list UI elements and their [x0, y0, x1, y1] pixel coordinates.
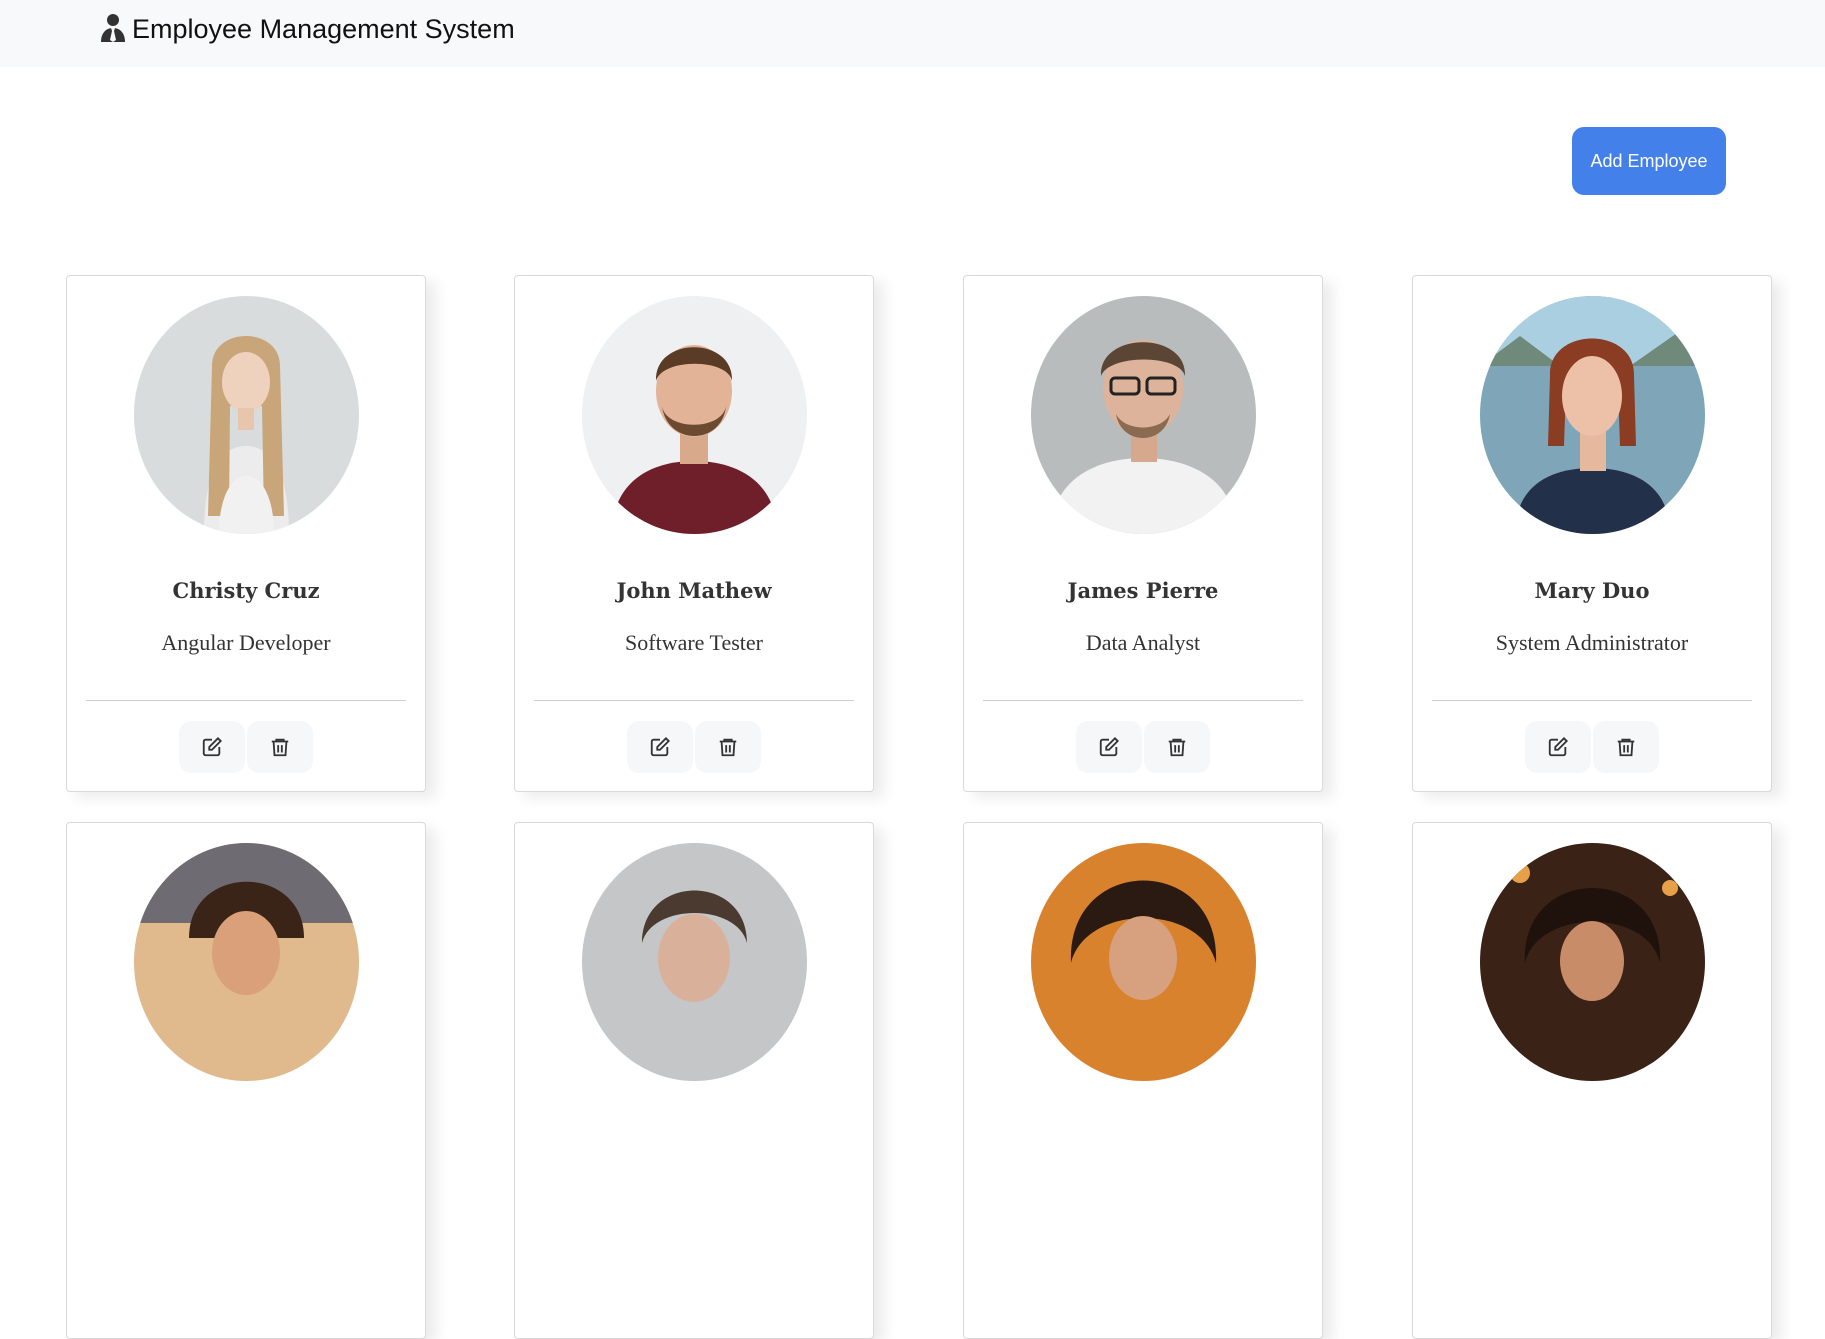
employee-card	[963, 822, 1323, 1339]
delete-button[interactable]	[247, 721, 313, 773]
employee-role: Software Tester	[625, 630, 763, 655]
employee-card: Mary Duo System Administrator	[1412, 275, 1772, 792]
delete-button[interactable]	[1593, 721, 1659, 773]
employee-role: System Administrator	[1495, 630, 1689, 655]
trash-icon	[1617, 738, 1635, 757]
card-actions	[964, 721, 1322, 773]
employee-name: James Pierre	[1067, 578, 1219, 603]
edit-icon	[1548, 736, 1569, 757]
employee-name: Mary Duo	[1534, 578, 1650, 603]
edit-button[interactable]	[1076, 721, 1142, 773]
avatar	[1480, 843, 1705, 1081]
trash-icon	[719, 738, 737, 757]
avatar-photo-image	[1480, 843, 1705, 1081]
employee-role: Angular Developer	[161, 630, 331, 655]
employee-name: John Mathew	[616, 578, 772, 603]
card-divider	[534, 700, 854, 701]
avatar	[1031, 296, 1256, 534]
employee-name: Christy Cruz	[172, 578, 320, 603]
card-actions	[1413, 721, 1771, 773]
edit-button[interactable]	[627, 721, 693, 773]
employee-role: Data Analyst	[1085, 630, 1201, 655]
avatar-photo-image	[134, 843, 359, 1081]
trash-icon	[1168, 738, 1186, 757]
employee-card	[514, 822, 874, 1339]
avatar-photo-image	[582, 296, 807, 534]
employee-card: John Mathew Software Tester	[514, 275, 874, 792]
avatar-photo-image	[1031, 843, 1256, 1081]
employee-card: James Pierre Data Analyst	[963, 275, 1323, 792]
employee-card	[66, 822, 426, 1339]
avatar-photo-image	[1480, 296, 1705, 534]
avatar	[134, 296, 359, 534]
delete-button[interactable]	[1144, 721, 1210, 773]
edit-icon	[202, 736, 223, 757]
avatar-photo-image	[134, 296, 359, 534]
delete-button[interactable]	[695, 721, 761, 773]
card-divider	[1432, 700, 1752, 701]
card-divider	[983, 700, 1303, 701]
employee-card	[1412, 822, 1772, 1339]
edit-icon	[650, 736, 671, 757]
avatar-photo-image	[1031, 296, 1256, 534]
edit-button[interactable]	[1525, 721, 1591, 773]
edit-button[interactable]	[179, 721, 245, 773]
avatar	[1031, 843, 1256, 1081]
trash-icon	[271, 738, 289, 757]
card-actions	[67, 721, 425, 773]
avatar	[582, 843, 807, 1081]
avatar-photo-image	[582, 843, 807, 1081]
avatar	[1480, 296, 1705, 534]
avatar	[582, 296, 807, 534]
edit-icon	[1099, 736, 1120, 757]
card-actions	[515, 721, 873, 773]
card-divider	[86, 700, 406, 701]
employee-grid: Christy Cruz Angular Developer John Math…	[0, 0, 1825, 1339]
employee-card: Christy Cruz Angular Developer	[66, 275, 426, 792]
avatar	[134, 843, 359, 1081]
